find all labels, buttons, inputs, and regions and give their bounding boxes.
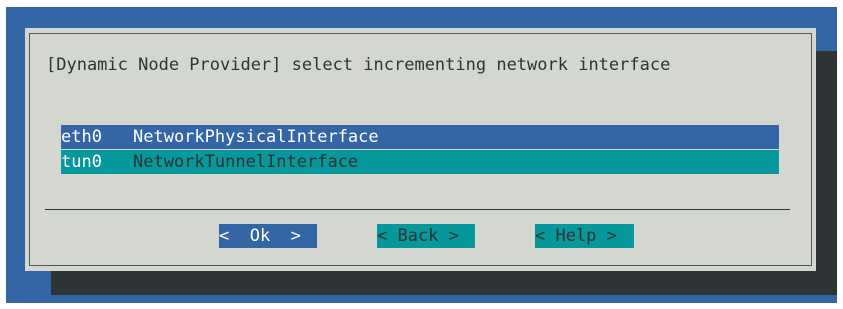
menu-dialog: [Dynamic Node Provider] select increment… [25, 28, 816, 271]
help-button[interactable]: < Help > [535, 224, 634, 248]
menu-item-description: NetworkPhysicalInterface [133, 127, 379, 147]
button-separator [45, 209, 790, 210]
menu-item-description: NetworkTunnelInterface [133, 152, 359, 172]
menu-item-tag: eth0 [61, 127, 102, 147]
menu-item-tag: tun0 [61, 152, 102, 172]
back-button[interactable]: < Back > [377, 224, 475, 248]
dialog-title: [Dynamic Node Provider] select increment… [46, 55, 671, 75]
ok-button[interactable]: < Ok > [219, 224, 317, 248]
menu-item-tun0[interactable]: tun0 NetworkTunnelInterface [61, 150, 779, 174]
menu-item-eth0[interactable]: eth0 NetworkPhysicalInterface [61, 125, 779, 149]
